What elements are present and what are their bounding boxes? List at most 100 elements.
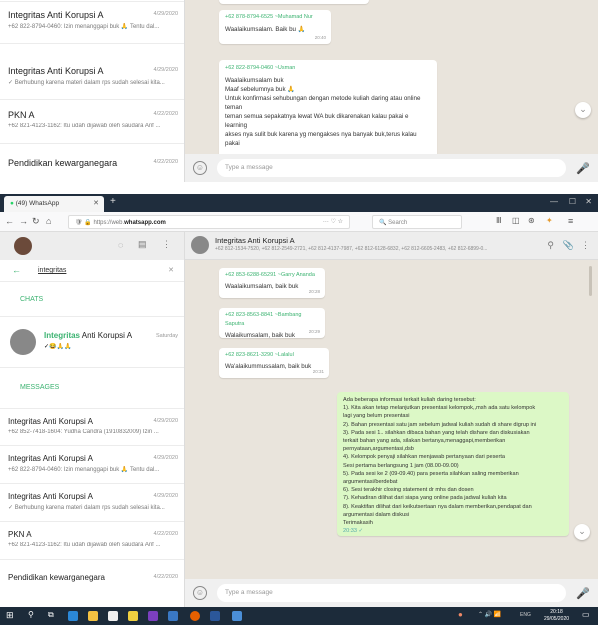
back-icon[interactable]: ← (5, 216, 14, 226)
chat-date: 4/29/2020 (153, 67, 178, 73)
new-chat-icon[interactable]: ▤ (138, 239, 147, 250)
message-time: 20:28 (308, 289, 320, 294)
list-item[interactable]: Integritas Anti Korupsi A Saturday ✓😂🙏🙏 (0, 316, 184, 368)
clock-time: 20:18 (550, 609, 563, 615)
list-item[interactable]: Integritas Anti Korupsi A 4/29/2020 +62 … (0, 446, 184, 484)
search-icon: 🔍 (379, 220, 387, 226)
search-icon[interactable]: ⚲ (547, 240, 554, 251)
close-window-icon[interactable]: ✕ (585, 197, 592, 206)
chat-preview: +62 822-8794-0460: Izin menanggapi buk 🙏… (8, 24, 160, 30)
message-text: Untuk konfirmasi sehubungan dengan metod… (225, 95, 421, 111)
top-compose-bar: ☺ Type a message 🎤 (185, 154, 598, 182)
message-bubble: +62 878-8794-6525 ~Muhamad Nur Waalaikum… (219, 10, 331, 44)
emoji-icon[interactable]: ☺ (193, 161, 207, 175)
page-actions[interactable]: ··· ♡ ☆ (323, 218, 343, 225)
notification-icon[interactable]: ▭ (582, 610, 590, 619)
message-line: pernyataan,argumentasi,dsb (343, 446, 414, 453)
more-actions-icon[interactable]: ··· (323, 219, 329, 225)
search-bar: ← integritas ✕ (0, 260, 184, 282)
message-input[interactable]: Type a message (217, 159, 567, 177)
chat-date: 4/29/2020 (153, 455, 178, 461)
sidebar-icon[interactable]: ◫ (512, 216, 520, 225)
group-avatar (191, 236, 209, 254)
edge-icon[interactable] (68, 611, 78, 621)
library-icon[interactable]: Ⅲ (496, 216, 502, 225)
list-item[interactable]: Integritas Anti Korupsi A 4/29/2020 +62 … (0, 408, 184, 446)
home-icon[interactable]: ⌂ (46, 216, 51, 226)
message-text: Walaikumsalam, baik buk (225, 332, 295, 339)
message-bubble: +62 823-8563-8841 ~Bambang Saputra Walai… (219, 308, 325, 339)
search-icon[interactable]: ⚲ (28, 610, 34, 619)
user-avatar[interactable] (14, 237, 32, 255)
attach-icon[interactable]: 📎 (563, 240, 574, 251)
address-bar[interactable]: 🛡 🔒 https://web.whatsapp.com ··· ♡ ☆ (68, 215, 350, 229)
app-icon[interactable] (128, 611, 138, 621)
chat-name-rest: Anti Korupsi A (80, 331, 133, 340)
conversation-title: Integritas Anti Korupsi A (215, 236, 295, 245)
reload-icon[interactable]: ↻ (32, 216, 40, 227)
clock[interactable]: 20:18 29/05/2020 (544, 609, 569, 623)
file-explorer-icon[interactable] (88, 611, 98, 621)
chat-name: Pendidikan kewarganegara (8, 573, 105, 582)
chat-date: 4/22/2020 (153, 159, 178, 165)
addon-icon[interactable]: ✦ (546, 216, 553, 225)
microphone-icon[interactable]: 🎤 (576, 162, 590, 175)
app-icon[interactable] (232, 611, 242, 621)
chat-name: Pendidikan kewarganegara (8, 158, 118, 168)
app-icon[interactable] (148, 611, 158, 621)
message-text: Maaf sebelumnya buk 🙏 (225, 86, 295, 93)
new-tab-button[interactable]: + (110, 196, 116, 207)
list-item[interactable]: PKN A 4/22/2020 +62 821-4123-1162: Itu u… (0, 102, 184, 144)
browser-nav-bar: ← → ↻ ⌂ 🛡 🔒 https://web.whatsapp.com ···… (0, 212, 598, 232)
scrollbar[interactable] (589, 266, 592, 296)
top-chat-list: Integritas Anti Korupsi A 4/29/2020 +62 … (0, 0, 185, 182)
chat-name: PKN A (8, 530, 32, 539)
list-item[interactable]: Pendidikan kewarganegara 4/22/2020 (0, 560, 184, 600)
menu-icon[interactable]: ≡ (568, 216, 573, 226)
list-item[interactable]: Integritas Anti Korupsi A 4/29/2020 ✓ Be… (0, 58, 184, 100)
message-time: 20:29 (308, 329, 320, 334)
menu-dots-icon[interactable]: ⋮ (162, 239, 171, 250)
maximize-icon[interactable]: ☐ (569, 197, 576, 206)
word-icon[interactable] (210, 611, 220, 621)
scroll-down-button[interactable]: ⌄ (574, 524, 590, 540)
message-line: argumentasi dalam diskusi (343, 511, 410, 518)
browser-tab[interactable]: ● (49) WhatsApp ✕ (4, 196, 104, 212)
list-item[interactable]: Integritas Anti Korupsi A 4/29/2020 +62 … (0, 2, 184, 44)
search-input[interactable]: integritas (38, 267, 66, 274)
scroll-down-button[interactable]: ⌄ (575, 102, 591, 118)
list-item[interactable]: Integritas Anti Korupsi A 4/29/2020 ✓ Be… (0, 484, 184, 522)
close-tab-icon[interactable]: ✕ (93, 199, 99, 207)
list-item[interactable]: Pendidikan kewarganegara 4/22/2020 (0, 146, 184, 182)
emoji-icon[interactable]: ☺ (193, 586, 207, 600)
firefox-icon[interactable] (190, 611, 200, 621)
clear-search-icon[interactable]: ✕ (168, 266, 174, 274)
microphone-icon[interactable]: 🎤 (576, 587, 590, 600)
windows-start-icon[interactable]: ⊞ (6, 610, 14, 621)
message-input[interactable]: Type a message (217, 584, 567, 602)
message-line: Ada beberapa informasi terkait kuliah da… (343, 397, 476, 403)
list-item[interactable]: PKN A 4/22/2020 +62 821-4123-1162: Itu u… (0, 522, 184, 560)
message-line: 3). Pada sesi 1.. silahkan dibaca bahan … (343, 429, 530, 436)
conversation-header[interactable]: Integritas Anti Korupsi A +62 812-1534-7… (185, 232, 598, 260)
store-icon[interactable] (108, 611, 118, 621)
status-icon[interactable]: ◌ (118, 240, 123, 250)
extension-icon[interactable]: ⊛ (528, 216, 535, 225)
task-view-icon[interactable]: ⧉ (48, 610, 54, 620)
minimize-icon[interactable]: — (550, 197, 558, 206)
menu-dots-icon[interactable]: ⋮ (581, 240, 590, 251)
tray-icons[interactable]: ⌃ 🔊 📶 (478, 611, 501, 618)
back-arrow-icon[interactable]: ← (12, 265, 21, 275)
conversation-pane: +62 853-6288-65291 ~Garry Ananda Waalaik… (185, 260, 598, 579)
forward-icon[interactable]: → (19, 216, 28, 226)
tray-app-icon[interactable]: ● (458, 610, 463, 619)
windows-taskbar: ⊞ ⚲ ⧉ ● ⌃ 🔊 📶 ENG 20:18 29/05/2020 ▭ (0, 607, 598, 625)
language-indicator[interactable]: ENG (520, 612, 531, 618)
mail-icon[interactable] (168, 611, 178, 621)
message-sender: +62 822-8794-0460 ~Usman (225, 65, 296, 71)
message-line: 7). Kehadiran dilihat dari siapa yang on… (343, 495, 507, 502)
browser-search-field[interactable]: 🔍 Search (372, 215, 462, 229)
message-line: 5). Pada sesi ke 2 (09-09.40) para peser… (343, 470, 519, 477)
chat-name: Integritas Anti Korupsi A (44, 331, 132, 340)
bottom-screenshot: ● (49) WhatsApp ✕ + — ☐ ✕ ← → ↻ ⌂ 🛡 🔒 ht… (0, 194, 598, 625)
